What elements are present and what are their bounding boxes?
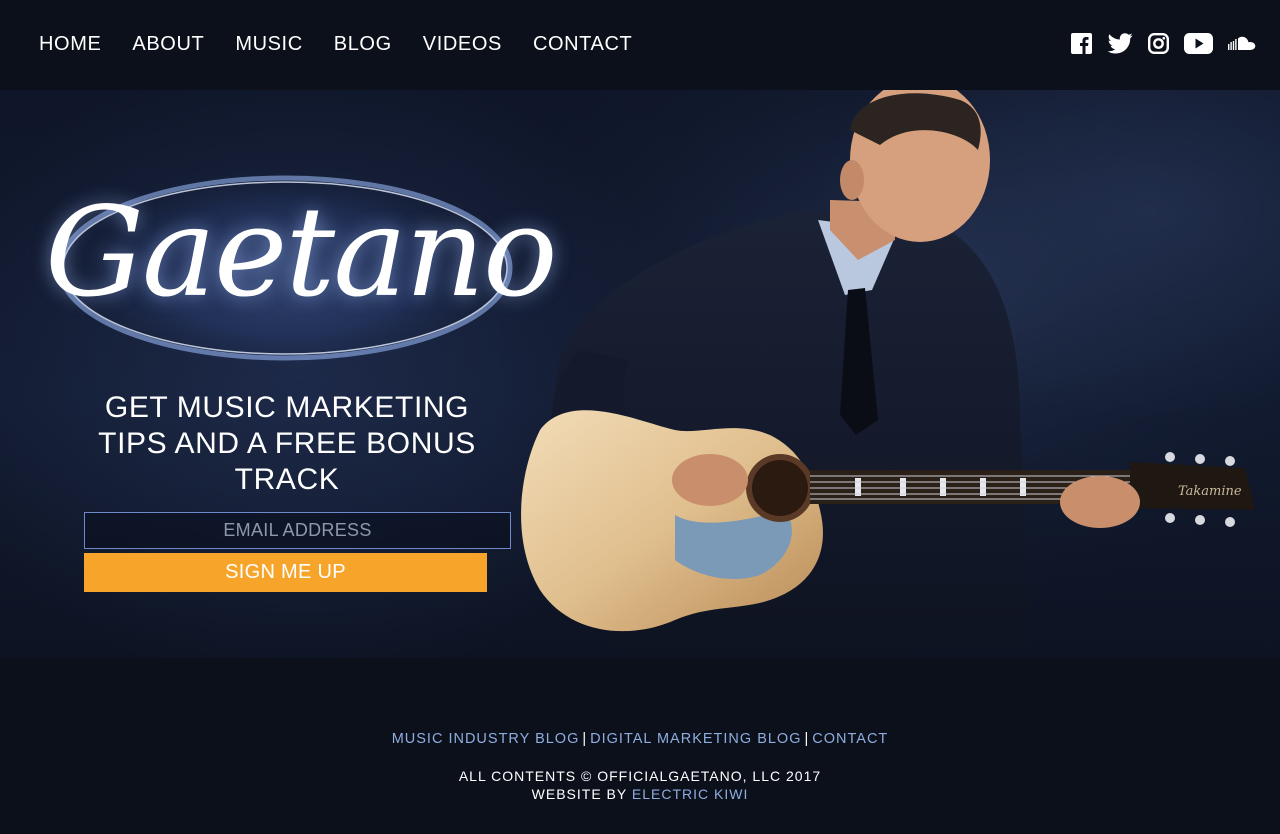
footer-music-industry-blog-link[interactable]: MUSIC INDUSTRY BLOG xyxy=(392,731,580,747)
page-footer: MUSIC INDUSTRY BLOG | DIGITAL MARKETING BL… xyxy=(0,658,1280,834)
facebook-icon[interactable] xyxy=(1071,33,1092,54)
footer-contact-link[interactable]: CONTACT xyxy=(812,731,888,747)
footer-separator: | xyxy=(804,731,810,747)
electric-kiwi-link[interactable]: ELECTRIC KIWI xyxy=(632,786,748,802)
nav-music-link[interactable]: MUSIC xyxy=(235,32,302,56)
footer-digital-marketing-blog-link[interactable]: DIGITAL MARKETING BLOG xyxy=(590,731,801,747)
nav-about-link[interactable]: ABOUT xyxy=(132,32,204,56)
top-navigation: HOME ABOUT MUSIC BLOG VIDEOS CONTACT xyxy=(0,0,1280,90)
footer-links: MUSIC INDUSTRY BLOG | DIGITAL MARKETING BL… xyxy=(0,730,1280,748)
email-address-input[interactable] xyxy=(84,512,511,549)
logo-wordmark: Gaetano xyxy=(45,181,558,325)
twitter-icon[interactable] xyxy=(1107,33,1133,54)
footer-separator: | xyxy=(582,731,588,747)
soundcloud-icon[interactable] xyxy=(1228,36,1257,52)
site-credit: WEBSITE BY ELECTRIC KIWI xyxy=(0,786,1280,803)
hero-banner: Takamine Gaetano GET MUSIC MARKETING TIP… xyxy=(0,90,1280,658)
gaetano-logo: Gaetano xyxy=(45,160,558,390)
youtube-icon[interactable] xyxy=(1184,33,1213,54)
social-links xyxy=(1056,33,1257,54)
credit-prefix: WEBSITE BY xyxy=(531,786,627,802)
nav-blog-link[interactable]: BLOG xyxy=(334,32,392,56)
copyright-notice: ALL CONTENTS © OFFICIALGAETANO, LLC 2017 xyxy=(458,768,822,784)
nav-contact-link[interactable]: CONTACT xyxy=(533,32,632,56)
nav-home-link[interactable]: HOME xyxy=(39,32,101,56)
nav-videos-link[interactable]: VIDEOS xyxy=(423,32,502,56)
guitarist-photo: Takamine xyxy=(500,90,1280,658)
guitar-brand-text: Takamine xyxy=(1178,484,1242,499)
main-menu: HOME ABOUT MUSIC BLOG VIDEOS CONTACT xyxy=(39,32,663,56)
instagram-icon[interactable] xyxy=(1148,33,1169,54)
sign-me-up-button[interactable]: SIGN ME UP xyxy=(84,553,487,592)
signup-headline: GET MUSIC MARKETING TIPS AND A FREE BONU… xyxy=(98,391,476,496)
